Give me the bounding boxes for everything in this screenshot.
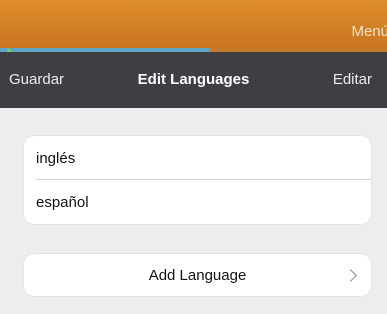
page-title: Edit Languages (137, 71, 250, 88)
list-item-language[interactable]: inglés (24, 136, 371, 180)
language-list: inglés español (24, 136, 371, 224)
language-name: inglés (36, 150, 76, 167)
menu-button[interactable]: Menú (351, 23, 387, 40)
edit-button[interactable]: Editar (333, 71, 372, 88)
navigation-bar: Guardar Edit Languages Editar (0, 52, 387, 108)
app-header-bar: Menú (0, 0, 387, 50)
edit-languages-screen: Menú Guardar Edit Languages Editar inglé… (0, 0, 387, 314)
list-item-language[interactable]: español (24, 180, 371, 224)
language-name: español (36, 194, 89, 211)
add-language-button[interactable]: Add Language (24, 254, 371, 296)
add-language-label: Add Language (148, 267, 247, 284)
